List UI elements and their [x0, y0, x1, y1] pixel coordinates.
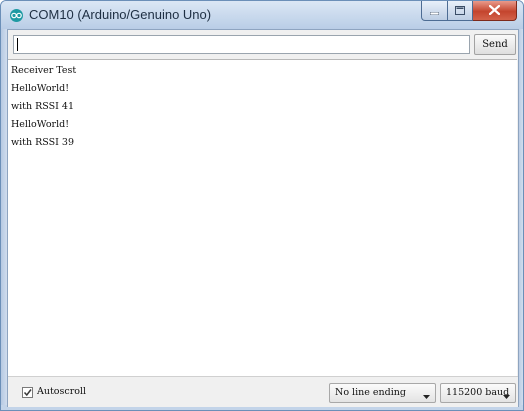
window-controls	[421, 1, 517, 21]
serial-send-input[interactable]	[13, 35, 470, 54]
output-line: with RSSI 39	[11, 137, 74, 148]
autoscroll-label[interactable]: Autoscroll	[37, 386, 86, 397]
minimize-icon	[429, 2, 440, 20]
output-line: Receiver Test	[11, 65, 77, 76]
chevron-down-icon	[423, 391, 430, 402]
close-button[interactable]	[473, 1, 517, 21]
send-button[interactable]: Send	[474, 34, 516, 55]
minimize-button[interactable]	[421, 1, 448, 21]
checkmark-icon	[23, 389, 32, 397]
output-line: with RSSI 41	[11, 101, 74, 112]
baud-rate-select[interactable]: 115200 baud	[440, 383, 516, 403]
autoscroll-checkbox[interactable]	[22, 387, 33, 398]
status-bar: Autoscroll No line ending 115200 baud	[8, 376, 518, 407]
arduino-infinity-icon	[10, 9, 23, 22]
text-caret	[17, 38, 18, 51]
serial-output-area[interactable]: Receiver Test HelloWorld! with RSSI 41 H…	[8, 59, 517, 376]
output-line: HelloWorld!	[11, 119, 70, 130]
window-title: COM10 (Arduino/Genuino Uno)	[29, 7, 212, 22]
send-bar: Send	[8, 30, 518, 59]
baud-rate-value: 115200 baud	[446, 387, 510, 398]
maximize-icon	[455, 2, 465, 20]
line-ending-value: No line ending	[335, 387, 406, 398]
close-icon	[488, 2, 501, 20]
client-area: Send Receiver Test HelloWorld! with RSSI…	[7, 29, 519, 407]
serial-monitor-window: COM10 (Arduino/Genuino Uno) Send Receive…	[0, 0, 524, 411]
maximize-button[interactable]	[448, 1, 473, 21]
title-bar[interactable]: COM10 (Arduino/Genuino Uno)	[1, 1, 523, 29]
output-line: HelloWorld!	[11, 83, 70, 94]
line-ending-select[interactable]: No line ending	[329, 383, 436, 403]
chevron-down-icon	[503, 391, 510, 402]
